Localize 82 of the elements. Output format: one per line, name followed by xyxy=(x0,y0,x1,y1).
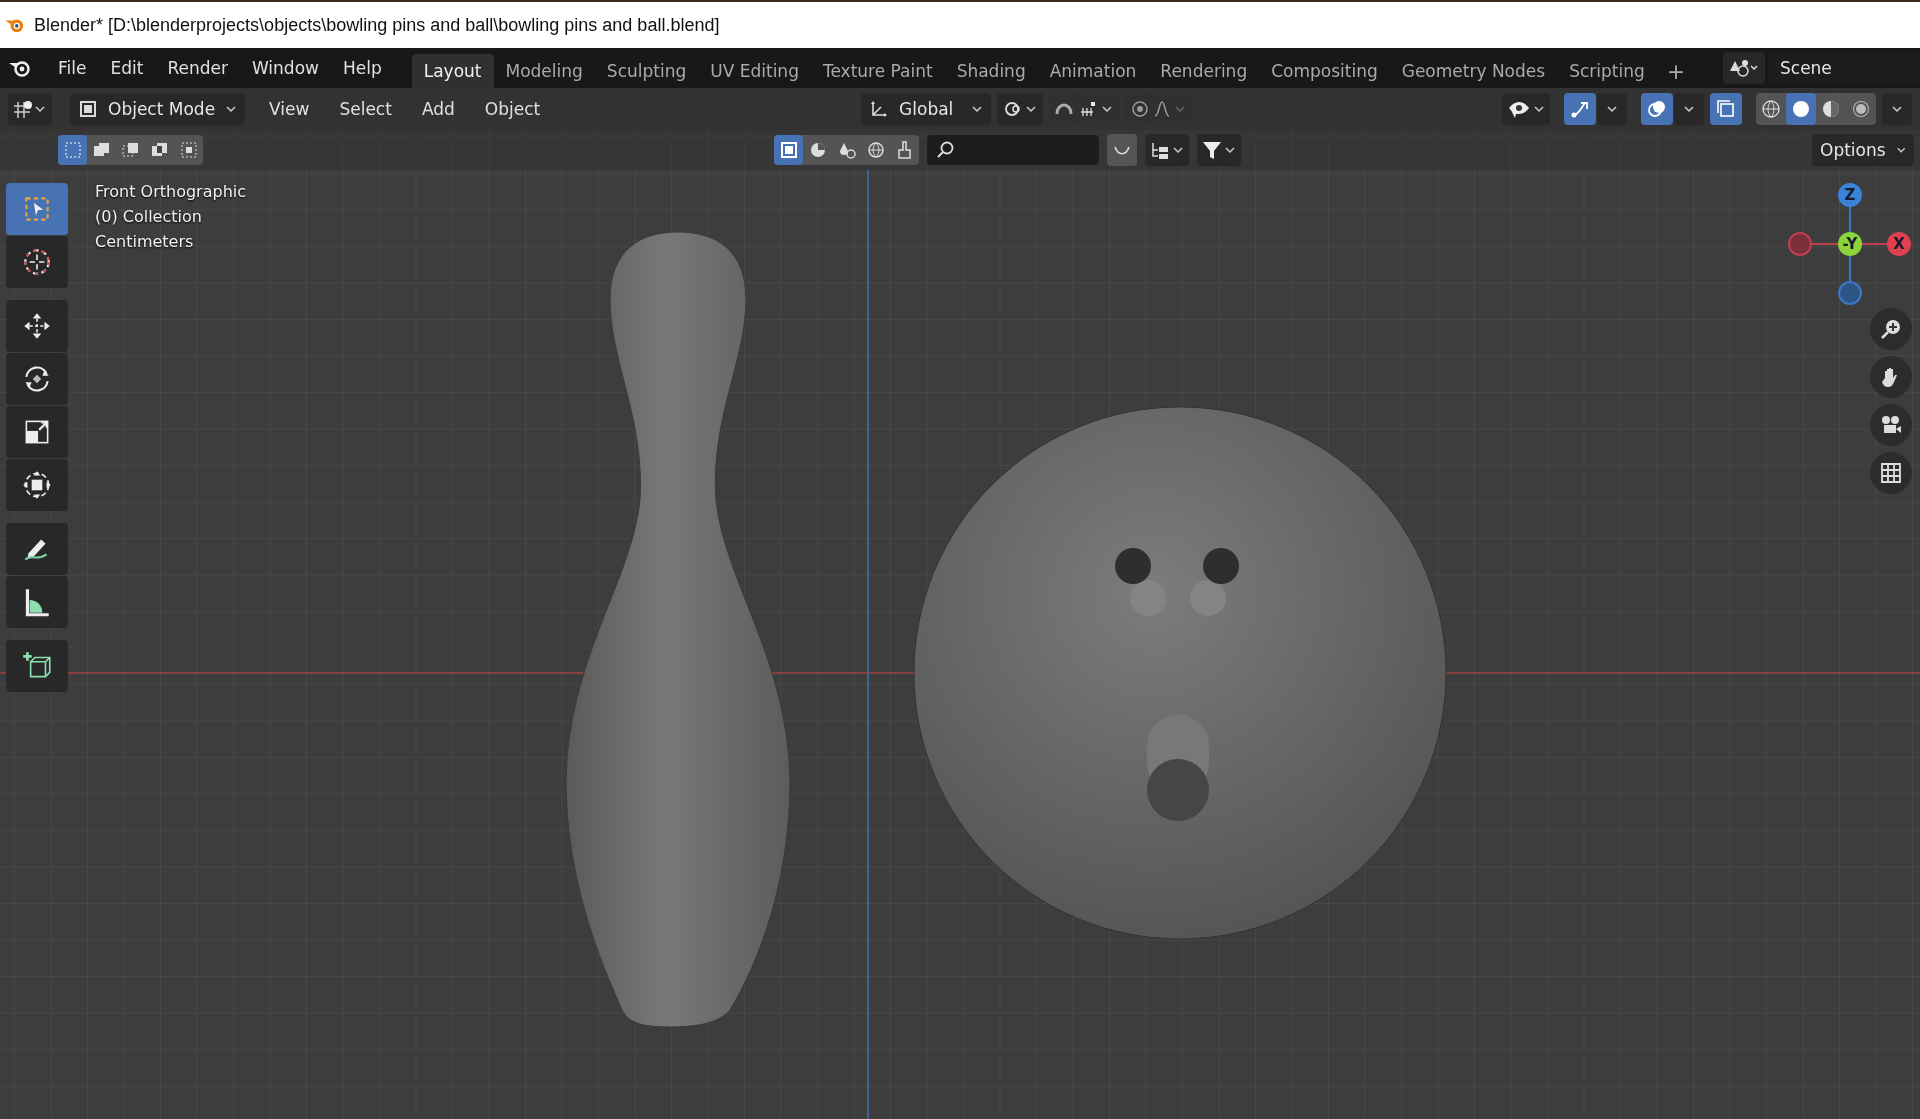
curve-toggle[interactable] xyxy=(1107,134,1137,166)
solid-sphere-icon xyxy=(1791,99,1811,119)
options-dropdown[interactable]: Options xyxy=(1812,134,1914,166)
tool-button[interactable] xyxy=(6,576,68,628)
tool-button[interactable] xyxy=(6,406,68,458)
blender-logo-icon[interactable] xyxy=(8,58,32,78)
tool-button[interactable] xyxy=(6,236,68,288)
zoom-button[interactable] xyxy=(1870,308,1912,350)
tool-button[interactable] xyxy=(6,300,68,352)
workspace-tab[interactable]: UV Editing xyxy=(698,54,811,88)
menu-item[interactable]: Edit xyxy=(98,54,156,82)
globe-icon xyxy=(865,140,886,160)
editor-type-icon xyxy=(12,98,48,120)
search-icon xyxy=(935,140,955,160)
editor-type-button[interactable] xyxy=(8,93,52,125)
overlays-dropdown[interactable] xyxy=(1674,93,1704,125)
filter-dropdown[interactable] xyxy=(1197,134,1241,166)
caret-icon xyxy=(971,103,984,115)
view-menu-item[interactable]: View xyxy=(257,95,322,123)
grid-icon xyxy=(1879,461,1903,485)
workspace-tab[interactable]: Geometry Nodes xyxy=(1389,54,1558,88)
shading-dropdown[interactable] xyxy=(1882,93,1912,125)
viewport-info-text: (0) Collection xyxy=(95,207,203,226)
gizmos-dropdown[interactable] xyxy=(1597,93,1627,125)
tool-button[interactable] xyxy=(6,459,68,511)
search-field[interactable] xyxy=(927,135,1099,165)
menu-item[interactable]: File xyxy=(46,54,99,82)
wireframe-sphere-icon xyxy=(1761,99,1781,119)
workspace-tab[interactable]: Texture Paint xyxy=(810,54,945,88)
axis-gizmo[interactable]: Z -Y X xyxy=(1770,170,1920,310)
ringed-sphere-icon xyxy=(1851,99,1871,119)
tool-button[interactable] xyxy=(6,523,68,575)
workspace-tab[interactable]: Layout xyxy=(411,54,494,88)
menu-item[interactable]: Help xyxy=(330,54,394,82)
menu-item[interactable]: Window xyxy=(239,54,331,82)
viewport-info-text: Centimeters xyxy=(95,232,195,251)
hierarchy-dropdown[interactable] xyxy=(1145,134,1189,166)
visibility-button[interactable] xyxy=(1502,93,1550,125)
workspace-tab[interactable]: Modeling xyxy=(493,54,595,88)
mode-dropdown[interactable]: Object Mode xyxy=(70,93,246,125)
view-menu-item[interactable]: Select xyxy=(327,95,404,123)
funnel-icon xyxy=(1201,139,1237,161)
workspace-tab[interactable]: Sculpting xyxy=(594,54,699,88)
tool-button[interactable] xyxy=(6,353,68,405)
tool-button[interactable] xyxy=(6,640,68,692)
shading-mode-button[interactable] xyxy=(1786,93,1816,125)
select-new-icon xyxy=(62,140,83,160)
caret-icon xyxy=(1891,103,1903,115)
pan-button[interactable] xyxy=(1870,356,1912,398)
scene-name-field[interactable]: Scene xyxy=(1768,52,1920,84)
gizmos-toggle[interactable] xyxy=(1564,93,1596,125)
add-workspace-button[interactable]: + xyxy=(1656,56,1696,86)
select-subtract-icon xyxy=(120,140,141,160)
overlays-toggle[interactable] xyxy=(1641,93,1673,125)
workspace-tab[interactable]: Animation xyxy=(1037,54,1149,88)
viewport-info-text: Front Orthographic xyxy=(95,182,246,201)
scene-icon xyxy=(1729,58,1759,78)
zoom-icon xyxy=(1879,317,1903,341)
view-menu-item[interactable]: Object xyxy=(472,95,553,123)
workspace-tab[interactable]: Scripting xyxy=(1557,54,1657,88)
workspace-tab[interactable]: Shading xyxy=(944,54,1038,88)
overlays-icon xyxy=(1646,98,1668,120)
cube-outline-icon xyxy=(78,99,98,119)
menu-item[interactable]: Render xyxy=(155,54,240,82)
projection-button[interactable] xyxy=(1870,452,1912,494)
camera-view-button[interactable] xyxy=(1870,404,1912,446)
object-icon xyxy=(778,140,799,160)
xray-toggle[interactable] xyxy=(1710,93,1742,125)
caret-icon xyxy=(1606,103,1618,115)
workspace-tab[interactable]: Rendering xyxy=(1148,54,1260,88)
caret-icon xyxy=(1683,103,1695,115)
xray-icon xyxy=(1715,98,1737,120)
pivot-point-button[interactable] xyxy=(997,93,1044,125)
view-menu-item[interactable]: Add xyxy=(409,95,467,123)
scene-selector-button[interactable] xyxy=(1723,52,1765,84)
select-intersect-icon xyxy=(178,140,199,160)
orientation-dropdown[interactable]: Global xyxy=(861,93,992,125)
caret-icon xyxy=(225,103,238,115)
workspace-tab[interactable]: Compositing xyxy=(1259,54,1390,88)
filter-toggle[interactable] xyxy=(774,135,803,165)
window-title: Blender* [D:\blenderprojects\objects\bowling pins and ball\bowling pins and ball.blend] xyxy=(34,14,720,36)
half-shaded-sphere-icon xyxy=(1821,99,1841,119)
